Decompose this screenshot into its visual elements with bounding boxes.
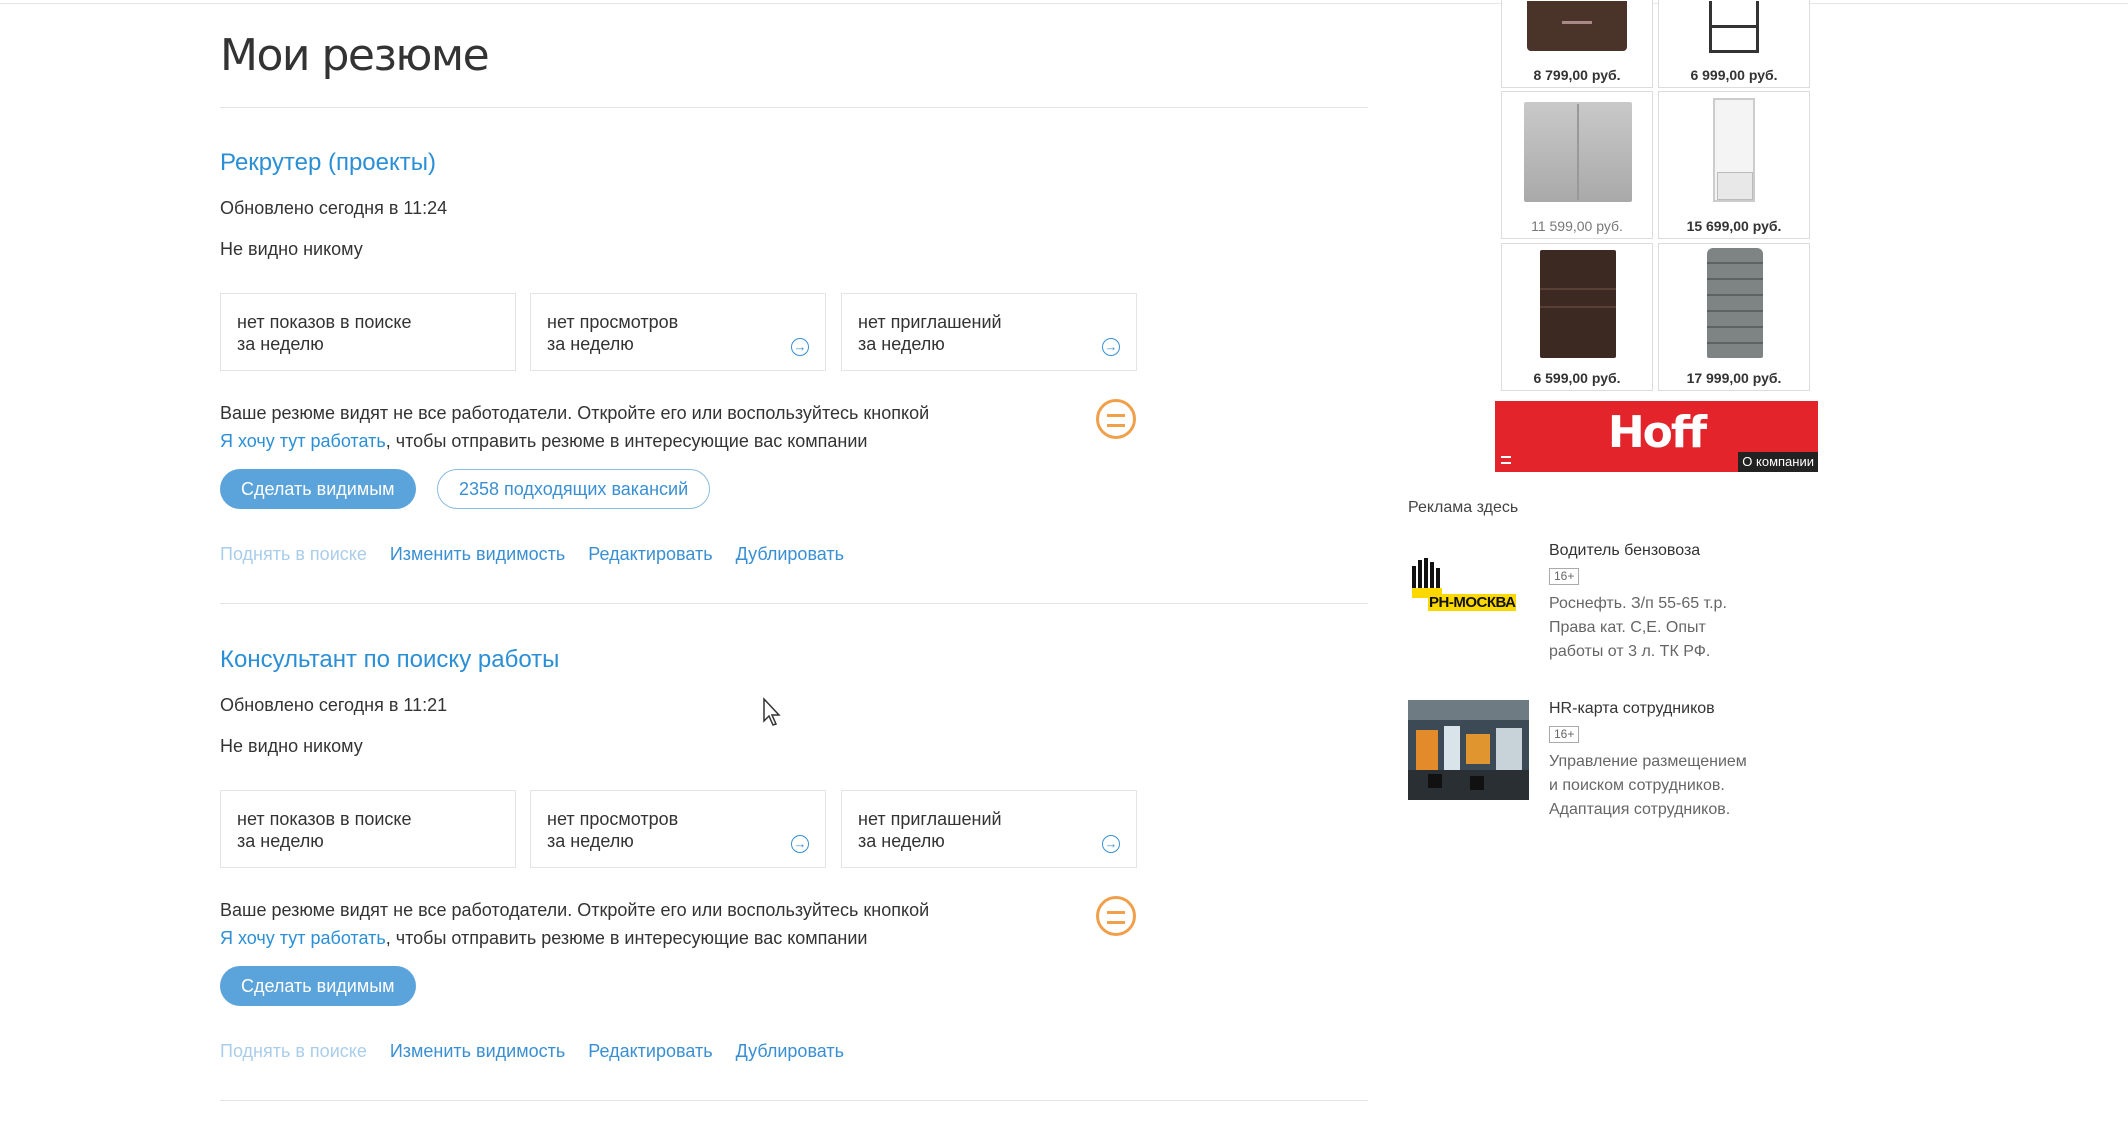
neutral-face-icon — [1096, 399, 1136, 439]
product-card[interactable]: 8 799,00 руб. — [1501, 0, 1653, 88]
want-to-work-here-link[interactable]: Я хочу тут работать — [220, 928, 386, 948]
updated-text: Обновлено сегодня в 11:24 — [220, 198, 448, 218]
resume-actions: Поднять в поиске Изменить видимость Редакт… — [220, 544, 867, 565]
product-price: 6 999,00 руб. — [1690, 67, 1778, 83]
notice-tail: , чтобы отправить резюме в интересующие … — [385, 928, 868, 948]
updated-text: Обновлено сегодня в 11:21 — [220, 695, 448, 715]
duplicate-link[interactable]: Дублировать — [736, 1041, 844, 1061]
product-card[interactable]: 15 699,00 руб. — [1658, 91, 1810, 239]
ad-label[interactable]: Реклама здесь — [1408, 499, 1518, 517]
ad-title[interactable]: Водитель бензовоза — [1549, 542, 1700, 560]
ad-description: Управление размещением и поиском сотрудн… — [1549, 753, 1747, 818]
make-visible-button[interactable]: Сделать видимым — [220, 469, 416, 509]
stat-views[interactable]: нет просмотров за неделю → — [530, 790, 826, 868]
visibility-text: Не видно никому — [220, 736, 363, 756]
stat-views[interactable]: нет просмотров за неделю → — [530, 293, 826, 371]
notice-text: Ваше резюме видят не все работодатели. О… — [220, 403, 930, 423]
mouse-cursor-icon — [763, 697, 781, 726]
stat-label: нет просмотров — [547, 312, 679, 332]
about-company-link[interactable]: О компании — [1738, 452, 1818, 472]
age-rating-badge: 16+ — [1549, 568, 1580, 585]
product-card[interactable]: 17 999,00 руб. — [1658, 243, 1810, 391]
divider — [220, 603, 1368, 604]
stat-period: за неделю — [547, 334, 634, 354]
product-price: 6 599,00 руб. — [1533, 370, 1621, 386]
raise-in-search-link: Поднять в поиске — [220, 544, 367, 564]
divider — [220, 1100, 1368, 1101]
ad-description: Роснефть. З/п 55-65 т.р. Права кат. С,Е.… — [1549, 595, 1727, 660]
dresser-image — [1527, 1, 1627, 51]
product-price: 11 599,00 руб. — [1531, 218, 1623, 234]
edit-link[interactable]: Редактировать — [588, 1041, 712, 1061]
office-photo — [1408, 700, 1529, 800]
product-ad[interactable]: 8 799,00 руб. 6 999,00 руб. 11 599,00 ру… — [1496, 0, 1818, 400]
arrow-right-circle-icon[interactable]: → — [791, 338, 809, 356]
ad-logo: РН-МОСКВА — [1408, 542, 1529, 642]
stat-search-shows: нет показов в поиске за неделю — [220, 790, 516, 868]
stat-label: нет показов в поиске — [237, 312, 412, 332]
product-price: 15 699,00 руб. — [1686, 218, 1782, 234]
notice-text: Ваше резюме видят не все работодатели. О… — [220, 900, 930, 920]
edit-link[interactable]: Редактировать — [588, 544, 712, 564]
stat-label: нет приглашений — [858, 312, 1002, 332]
page-title: Мои резюме — [220, 30, 490, 81]
stat-period: за неделю — [237, 831, 324, 851]
resume-title-link[interactable]: Рекрутер (проекты) — [220, 149, 436, 177]
visibility-notice: Ваше резюме видят не все работодатели. О… — [220, 896, 1120, 952]
tall-chest-image — [1707, 248, 1763, 358]
make-visible-button[interactable]: Сделать видимым — [220, 966, 416, 1006]
product-price: 17 999,00 руб. — [1686, 370, 1782, 386]
stat-label: нет приглашений — [858, 809, 1002, 829]
resume-card: Рекрутер (проекты) Обновлено сегодня в 1… — [220, 108, 1368, 604]
notice-tail: , чтобы отправить резюме в интересующие … — [385, 431, 868, 451]
change-visibility-link[interactable]: Изменить видимость — [390, 1041, 565, 1061]
raise-in-search-link: Поднять в поиске — [220, 1041, 367, 1061]
arrow-right-circle-icon[interactable]: → — [1102, 338, 1120, 356]
ad-title[interactable]: HR-карта сотрудников — [1549, 700, 1715, 718]
visibility-notice: Ваше резюме видят не все работодатели. О… — [220, 399, 1120, 455]
resume-title-link[interactable]: Консультант по поиску работы — [220, 646, 559, 674]
stat-invitations[interactable]: нет приглашений за неделю → — [841, 293, 1137, 371]
product-price: 8 799,00 руб. — [1533, 67, 1621, 83]
stat-label: нет просмотров — [547, 809, 679, 829]
matching-vacancies-button[interactable]: 2358 подходящих вакансий — [437, 469, 711, 509]
arrow-right-circle-icon[interactable]: → — [791, 835, 809, 853]
stat-period: за неделю — [547, 831, 634, 851]
stat-invitations[interactable]: нет приглашений за неделю → — [841, 790, 1137, 868]
hoff-banner[interactable]: Hoff О компании — [1495, 401, 1818, 472]
ad-logo-text: РН-МОСКВА — [1428, 594, 1517, 611]
age-rating-badge: 16+ — [1549, 726, 1580, 743]
product-card[interactable]: 11 599,00 руб. — [1501, 91, 1653, 239]
stat-search-shows: нет показов в поиске за неделю — [220, 293, 516, 371]
visibility-text: Не видно никому — [220, 239, 363, 259]
duplicate-link[interactable]: Дублировать — [736, 544, 844, 564]
hoff-logo: Hoff — [1607, 407, 1707, 458]
arrow-right-circle-icon[interactable]: → — [1102, 835, 1120, 853]
stat-period: за неделю — [858, 831, 945, 851]
stat-period: за неделю — [237, 334, 324, 354]
change-visibility-link[interactable]: Изменить видимость — [390, 544, 565, 564]
want-to-work-here-link[interactable]: Я хочу тут работать — [220, 431, 386, 451]
stat-period: за неделю — [858, 334, 945, 354]
resume-actions: Поднять в поиске Изменить видимость Редакт… — [220, 1041, 867, 1062]
neutral-face-icon — [1096, 896, 1136, 936]
product-card[interactable]: 6 599,00 руб. — [1501, 243, 1653, 391]
resume-card: Консультант по поиску работы Обновлено с… — [220, 605, 1368, 1101]
product-card[interactable]: 6 999,00 руб. — [1658, 0, 1810, 88]
stat-label: нет показов в поиске — [237, 809, 412, 829]
